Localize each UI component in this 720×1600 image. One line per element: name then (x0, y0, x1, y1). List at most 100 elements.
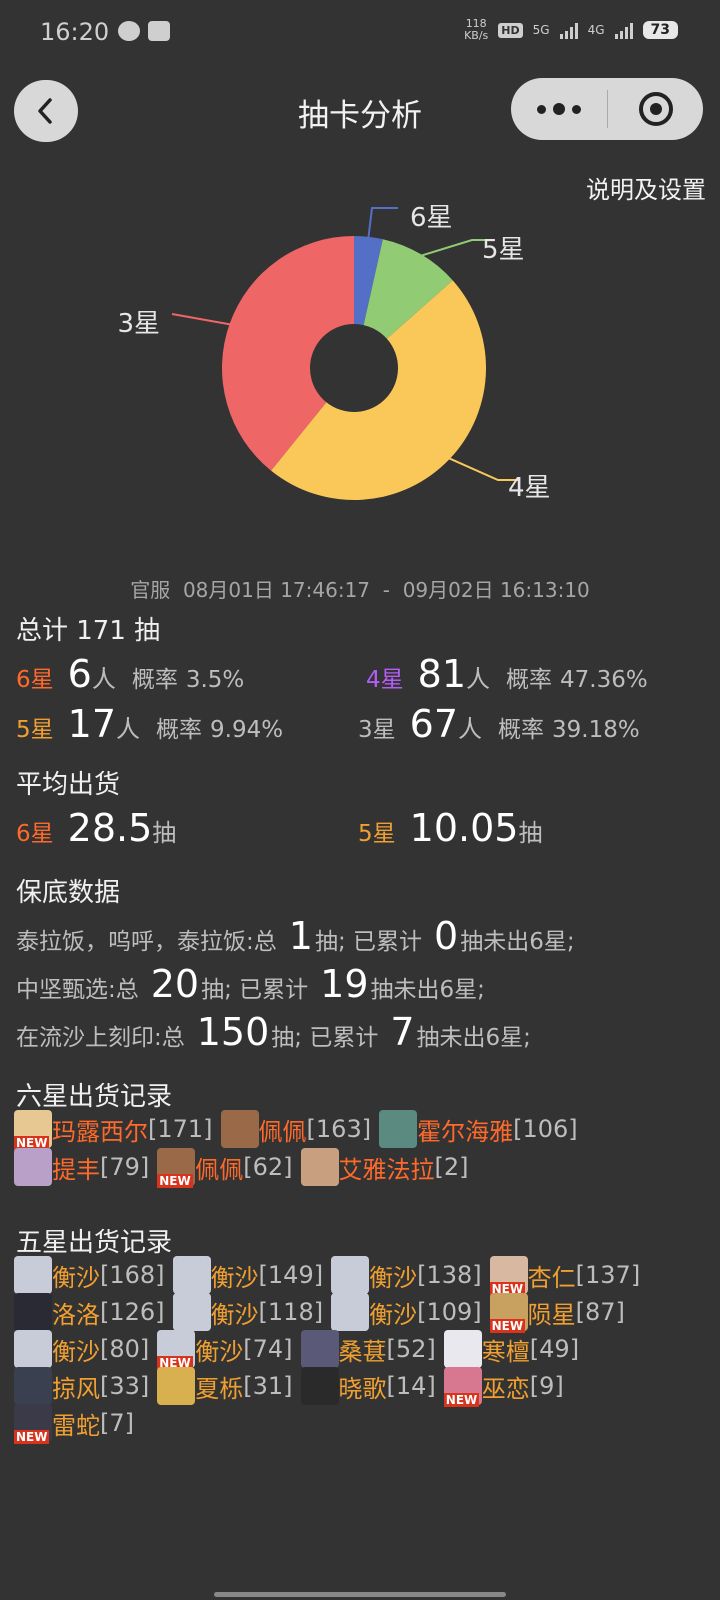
operator-name: 衡沙 (369, 1300, 418, 1329)
operator-avatar (300, 1330, 339, 1368)
average-6star: 6星 28.5 抽 (16, 806, 177, 850)
record-item: 衡沙 [109] (331, 1293, 482, 1331)
operator-avatar (331, 1256, 370, 1294)
pull-count: [9] (529, 1372, 564, 1400)
operator-name: 提丰 (52, 1155, 100, 1184)
operator-avatar (14, 1293, 52, 1331)
calendar-icon (148, 21, 170, 41)
operator-name: 衡沙 (210, 1300, 259, 1329)
pull-count: [149] (258, 1261, 324, 1289)
pull-count: [163] (306, 1115, 372, 1143)
operator-name: 霍尔海雅 (417, 1117, 514, 1146)
pull-count: [2] (434, 1153, 469, 1181)
pity-title: 保底数据 (16, 878, 121, 908)
operator-name: 掠风 (52, 1374, 100, 1403)
more-dots-icon (536, 104, 546, 114)
battery-indicator: 73 (642, 21, 678, 39)
operator-avatar (14, 1330, 52, 1368)
record-item: NEW 衡沙 [74] (157, 1330, 293, 1370)
target-close-icon (638, 92, 673, 126)
operator-avatar (220, 1110, 259, 1148)
operator-name: 衡沙 (210, 1263, 259, 1292)
pull-count: [137] (575, 1261, 641, 1289)
stat-6star: 6星 6 人 概率 3.5% (16, 652, 245, 696)
operator-name: 夏栎 (195, 1374, 244, 1403)
operator-name: 衡沙 (52, 1263, 100, 1292)
pull-count: [80] (100, 1335, 150, 1363)
pull-count: [7] (100, 1409, 134, 1437)
operator-name: 巫恋 (481, 1374, 530, 1403)
message-icon (118, 21, 140, 41)
stats-row-2: 5星 17 人 概率 9.94% 3星 67 人 概率 39.18% (16, 702, 716, 746)
operator-name: 佩佩 (195, 1155, 244, 1184)
record-item: 衡沙 [138] (331, 1256, 482, 1294)
operator-name: 艾雅法拉 (338, 1155, 435, 1184)
operator-avatar (172, 1256, 211, 1294)
total-title: 总计 171 抽 (16, 616, 161, 646)
status-time: 16:20 (40, 18, 110, 46)
stat-4star: 4星 81 人 概率 47.36% (366, 652, 648, 696)
record-item: 佩佩 [163] (220, 1110, 372, 1148)
operator-avatar (379, 1110, 418, 1148)
operator-avatar (443, 1330, 482, 1368)
pull-count: [14] (386, 1372, 436, 1400)
average-5star: 5星 10.05 抽 (358, 806, 543, 850)
record-item: 衡沙 [80] (14, 1330, 149, 1368)
pull-count: [87] (575, 1298, 625, 1326)
operator-name: 佩佩 (258, 1117, 307, 1146)
record-item: 艾雅法拉 [2] (300, 1148, 469, 1186)
record-line: 提丰 [79] NEW 佩佩 [62] 艾雅法拉 [2] (14, 1148, 477, 1188)
network-label-1: 5G (532, 23, 550, 37)
operator-avatar (300, 1148, 339, 1186)
operator-avatar (157, 1367, 196, 1405)
new-badge: NEW (157, 1174, 193, 1188)
pull-count: [106] (513, 1115, 578, 1143)
operator-avatar (172, 1293, 211, 1331)
network-label-2: 4G (587, 23, 605, 37)
record-item: 夏栎 [31] (157, 1367, 293, 1405)
pull-count: [49] (529, 1335, 580, 1363)
pull-count: [31] (243, 1372, 293, 1400)
record-item: NEW 陨星 [87] (489, 1293, 625, 1333)
pull-count: [52] (386, 1335, 436, 1363)
operator-name: 晓歌 (338, 1374, 387, 1403)
six-star-records-title: 六星出货记录 (16, 1082, 173, 1112)
label-leader-line (367, 207, 398, 239)
record-item: 寒檀 [49] (443, 1330, 580, 1368)
slice-label: 5星 (482, 235, 525, 265)
record-item: NEW 玛露西尔 [171] (14, 1110, 213, 1150)
record-item: 霍尔海雅 [106] (379, 1110, 578, 1148)
pull-count: [168] (100, 1261, 165, 1289)
pull-count: [118] (258, 1298, 324, 1326)
record-item: 衡沙 [168] (14, 1256, 165, 1294)
date-separator: - (382, 578, 390, 602)
record-item: 提丰 [79] (14, 1148, 149, 1186)
record-item: NEW 佩佩 [62] (157, 1148, 293, 1188)
record-line: 衡沙 [80] NEW 衡沙 [74] 桑葚 [52] 寒檀 [49] (14, 1330, 587, 1370)
server-label: 官服 (130, 578, 171, 602)
close-miniprogram-button[interactable] (608, 78, 703, 140)
rarity-donut-chart: 6星 5星 4星 3星 (117, 203, 550, 503)
record-line: NEW 玛露西尔 [171] 佩佩 [163] 霍尔海雅 [106] (14, 1110, 586, 1150)
operator-avatar (300, 1367, 339, 1405)
record-line: NEW 雷蛇 [7] (14, 1404, 142, 1444)
operator-name: 洛洛 (52, 1300, 100, 1329)
pull-count: [171] (148, 1115, 213, 1143)
operator-name: 玛露西尔 (52, 1117, 148, 1146)
average-title: 平均出货 (16, 770, 121, 800)
mini-program-capsule (511, 78, 703, 140)
record-item: 洛洛 [126] (14, 1293, 165, 1331)
record-line: 衡沙 [168] 衡沙 [149] 衡沙 [138] NEW 杏仁 [137] (14, 1256, 648, 1296)
signal-icon (559, 21, 578, 39)
pull-count: [33] (100, 1372, 150, 1400)
date-end: 09月02日 16:13:10 (402, 578, 590, 602)
operator-avatar (14, 1148, 52, 1186)
pity-row: 泰拉饭，呜呼，泰拉饭:总 1 抽; 已累计 0 抽未出6星; (16, 914, 575, 958)
more-button[interactable] (511, 78, 606, 140)
date-range: 官服 08月01日 17:46:17 - 09月02日 16:13:10 (0, 574, 720, 603)
stats-row-1: 6星 6 人 概率 3.5% 4星 81 人 概率 47.36% (16, 652, 716, 696)
slice-label: 6星 (410, 203, 453, 233)
new-badge: NEW (443, 1393, 480, 1407)
record-item: 晓歌 [14] (300, 1367, 436, 1405)
operator-name: 衡沙 (369, 1263, 418, 1292)
